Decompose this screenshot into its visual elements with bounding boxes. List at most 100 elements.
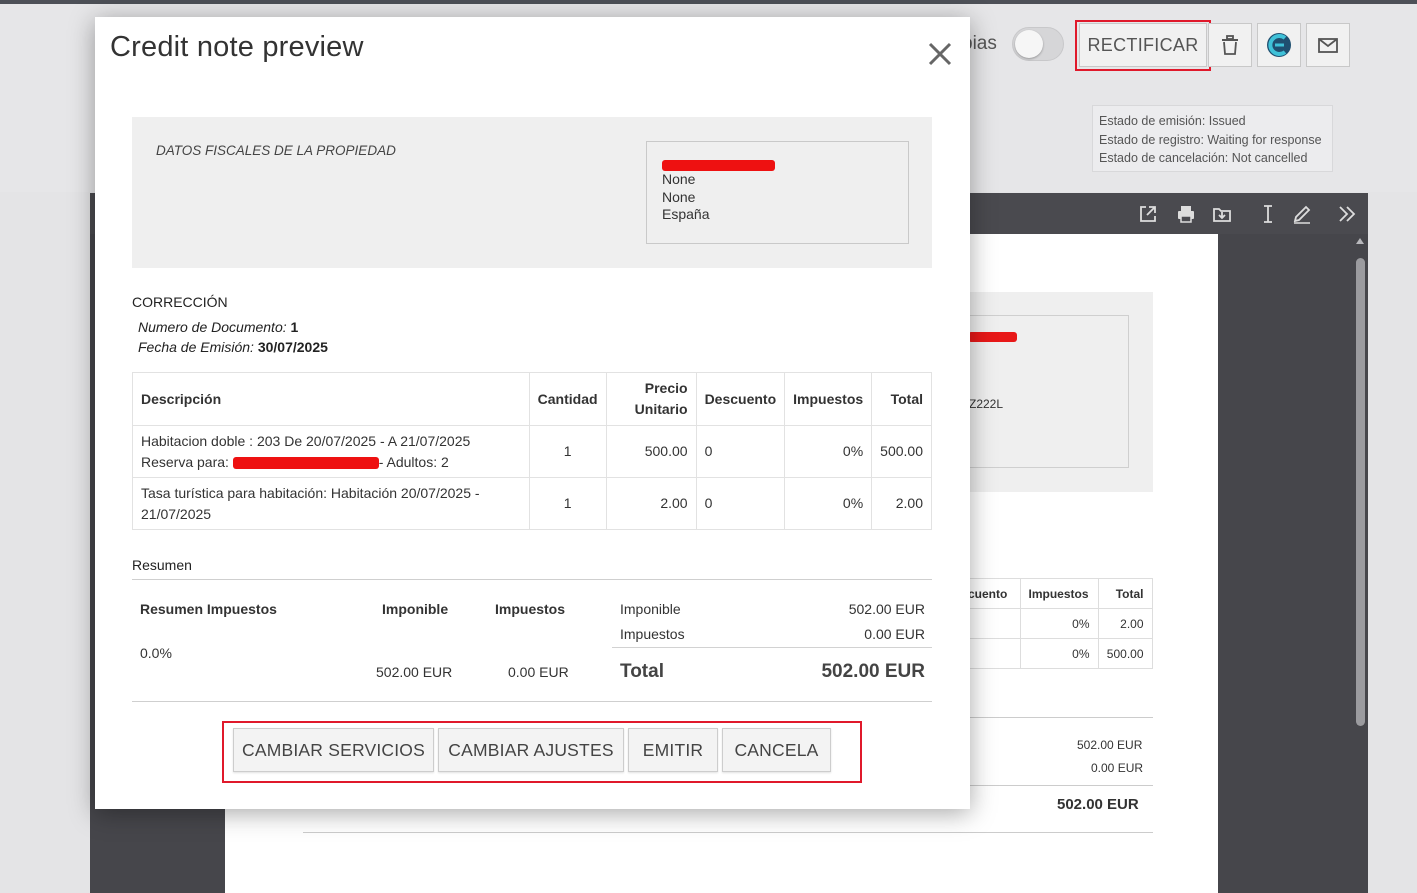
item-description: Tasa turística para habitación: Habitaci…	[132, 477, 530, 530]
adultos-label: - Adultos: 2	[378, 453, 449, 470]
pdf-cell: 0%	[1019, 638, 1099, 669]
pdf-th-impuestos: Impuestos	[1019, 578, 1099, 609]
pdf-viewer-margin-right	[1218, 234, 1368, 893]
tax-impuestos-value: 0.00 EUR	[508, 664, 569, 680]
emitir-button[interactable]: EMITIR	[628, 728, 718, 772]
delete-button[interactable]	[1208, 23, 1252, 67]
rectificar-highlight	[1075, 20, 1211, 71]
mail-icon	[1318, 38, 1338, 53]
item-impuestos: 0%	[784, 425, 873, 478]
status-emission: Estado de emisión: Issued	[1099, 114, 1246, 128]
pdf-cell: 0%	[1019, 608, 1099, 639]
correction-title: CORRECCIÓN	[132, 294, 228, 310]
tax-imponible-header: Imponible	[382, 601, 449, 617]
tax-impuestos-header: Impuestos	[495, 601, 566, 617]
total-value: 502.00 EUR	[821, 661, 925, 682]
double-chevron-right-icon[interactable]	[1336, 203, 1358, 225]
item-desc-line: Reserva para: - Adultos: 2	[141, 452, 521, 473]
issue-date-value: 30/07/2025	[257, 339, 328, 355]
pdf-total-value: 502.00 EUR	[1057, 796, 1139, 813]
summary-title: Resumen	[132, 557, 192, 573]
pdf-scrollbar[interactable]	[1356, 258, 1365, 726]
impuestos-value: 0.00 EUR	[864, 626, 925, 642]
redacted-name	[662, 160, 775, 171]
issue-date-label: Fecha de Emisión:	[138, 339, 254, 355]
fiscal-data-panel: DATOS FISCALES DE LA PROPIEDAD None None…	[132, 117, 932, 268]
text-cursor-icon[interactable]	[1257, 203, 1279, 225]
total-label: Total	[620, 661, 664, 682]
copies-toggle[interactable]	[1012, 27, 1064, 61]
address-line: None	[662, 188, 696, 205]
impuestos-label: Impuestos	[620, 626, 685, 642]
pdf-cell: 500.00	[1097, 638, 1153, 669]
th-total: Total	[871, 372, 932, 426]
cambiar-servicios-button[interactable]: CAMBIAR SERVICIOS	[233, 728, 434, 772]
th-impuestos: Impuestos	[784, 372, 873, 426]
status-registration: Estado de registro: Waiting for response	[1099, 132, 1322, 147]
item-desc-line: 21/07/2025	[141, 505, 212, 522]
th-descripcion: Descripción	[132, 372, 530, 426]
pdf-th-total: Total	[1097, 578, 1153, 609]
total-divider	[612, 647, 932, 648]
pdf-redaction	[968, 332, 1017, 342]
pdf-cell: 2.00	[1097, 608, 1153, 639]
item-total: 500.00	[871, 425, 932, 478]
fiscal-data-label: DATOS FISCALES DE LA PROPIEDAD	[156, 143, 396, 158]
download-icon[interactable]	[1211, 203, 1233, 225]
address-country: España	[662, 206, 710, 222]
item-total: 2.00	[871, 477, 932, 530]
tax-imponible-value: 502.00 EUR	[376, 664, 453, 680]
table-row: Tasa turística para habitación: Habitaci…	[132, 477, 932, 530]
redacted-guest	[232, 456, 379, 469]
scroll-up-arrow[interactable]	[1356, 238, 1364, 244]
items-header-row: Descripción Cantidad Precio Unitario Des…	[132, 372, 932, 426]
reserva-label: Reserva para:	[141, 453, 229, 470]
modal-title: Credit note preview	[110, 31, 364, 63]
trash-icon	[1222, 35, 1238, 55]
credit-note-preview-modal: Credit note preview DATOS FISCALES DE LA…	[95, 17, 970, 809]
item-desc-line: Habitacion doble : 203 De 20/07/2025 - A…	[141, 432, 471, 449]
summary-divider	[132, 579, 932, 580]
pdf-divider	[970, 717, 1153, 718]
email-button[interactable]	[1306, 23, 1350, 67]
status-box: Estado de emisión: Issued Estado de regi…	[1092, 105, 1333, 172]
th-precio: Precio Unitario	[605, 372, 697, 426]
item-desc-line: Tasa turística para habitación: Habitaci…	[141, 484, 480, 501]
th-descuento: Descuento	[695, 372, 786, 426]
item-description: Habitacion doble : 203 De 20/07/2025 - A…	[132, 425, 530, 478]
pdf-items-table: cuento Impuestos Total 0% 2.00 0% 500.00	[960, 578, 1153, 669]
doc-number-label: Numero de Documento:	[138, 319, 287, 335]
tax-rate: 0.0%	[140, 645, 172, 661]
pdf-impuestos-value: 0.00 EUR	[1091, 761, 1144, 775]
item-descuento: 0	[695, 477, 786, 530]
imponible-value: 502.00 EUR	[848, 601, 925, 617]
footer-divider	[132, 701, 932, 702]
item-impuestos: 0%	[784, 477, 873, 530]
pdf-divider	[303, 832, 1153, 833]
brand-button[interactable]	[1257, 23, 1301, 67]
pdf-divider	[970, 785, 1153, 786]
pdf-partial-id: Z222L	[969, 397, 1004, 411]
cambiar-ajustes-button[interactable]: CAMBIAR AJUSTES	[438, 728, 624, 772]
pencil-icon[interactable]	[1291, 203, 1313, 225]
status-cancellation: Estado de cancelación: Not cancelled	[1099, 151, 1308, 165]
close-icon[interactable]	[925, 39, 955, 69]
imponible-label: Imponible	[620, 601, 681, 617]
table-row: Habitacion doble : 203 De 20/07/2025 - A…	[132, 425, 932, 478]
issue-date-row: Fecha de Emisión: 30/07/2025	[138, 339, 328, 355]
doc-number-value: 1	[290, 319, 299, 335]
doc-number-row: Numero de Documento: 1	[138, 319, 298, 335]
cancela-button[interactable]: CANCELA	[722, 728, 831, 772]
items-table: Descripción Cantidad Precio Unitario Des…	[132, 372, 932, 530]
th-cantidad: Cantidad	[528, 372, 607, 426]
item-cantidad: 1	[528, 477, 607, 530]
item-descuento: 0	[695, 425, 786, 478]
open-external-icon[interactable]	[1137, 203, 1159, 225]
item-cantidad: 1	[528, 425, 607, 478]
item-precio: 500.00	[605, 425, 697, 478]
print-icon[interactable]	[1175, 203, 1197, 225]
address-box: None None España	[646, 141, 909, 244]
item-precio: 2.00	[605, 477, 697, 530]
th-precio-line2: Unitario	[634, 401, 688, 417]
th-precio-line1: Precio	[644, 380, 688, 396]
